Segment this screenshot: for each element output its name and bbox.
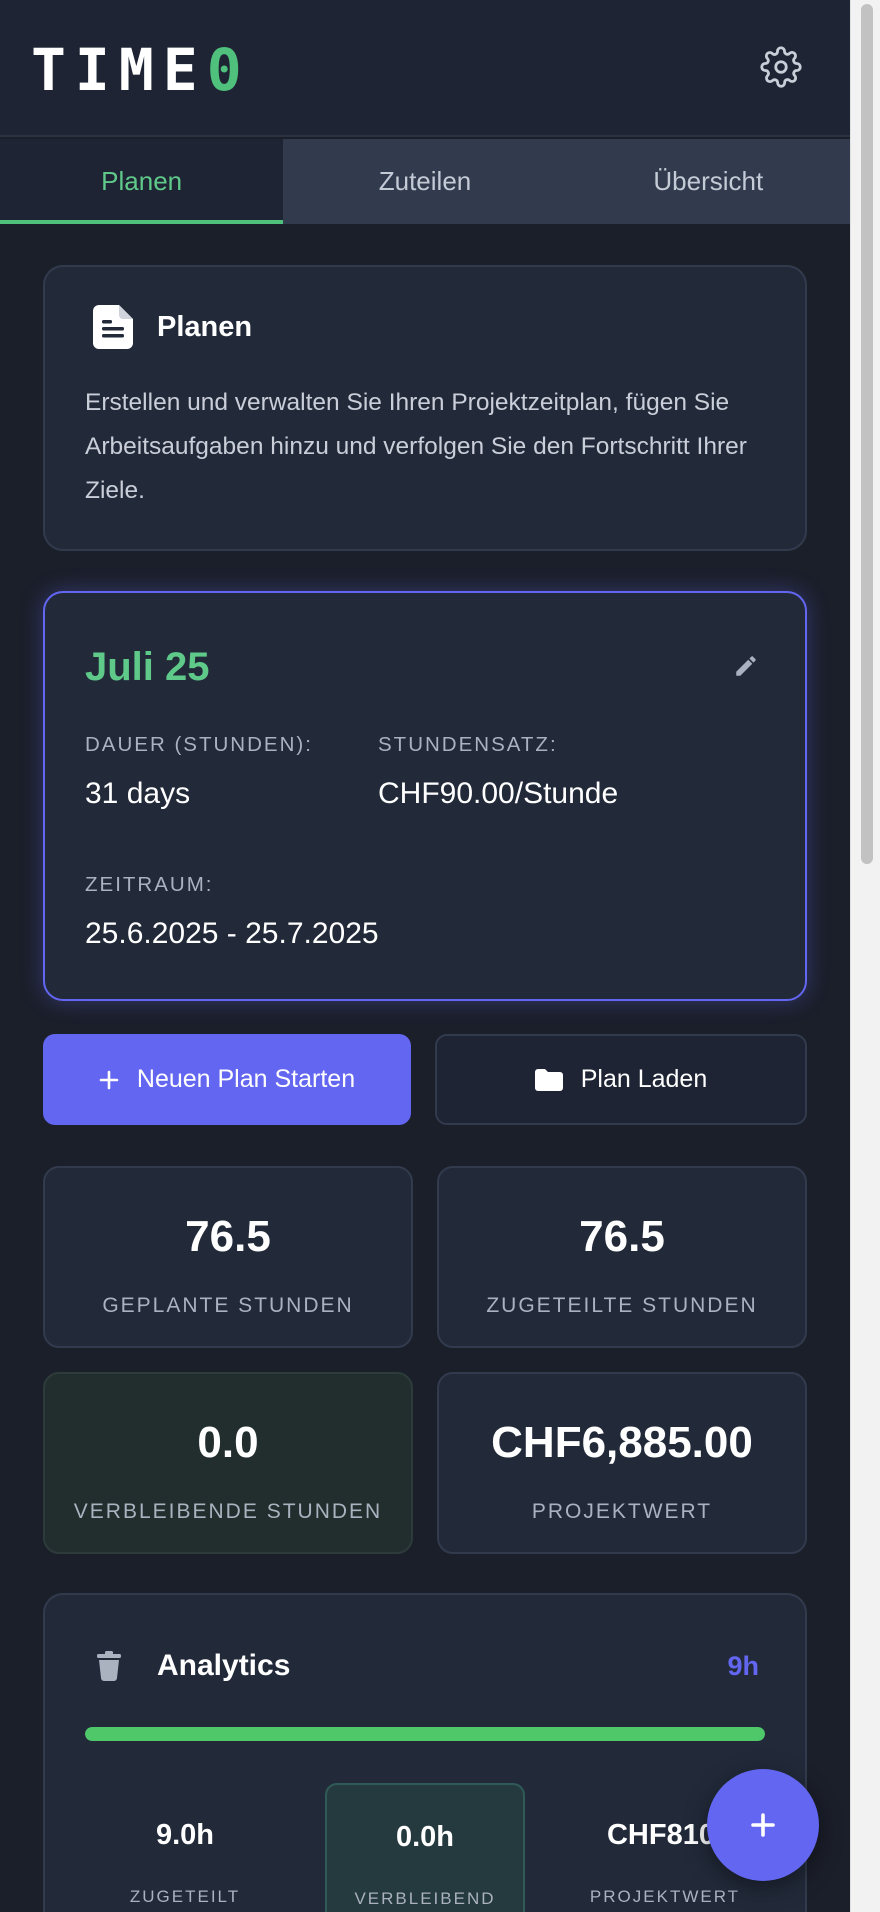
intro-title: Planen <box>157 311 253 343</box>
planned-hours-label: GEPLANTE STUNDEN <box>102 1294 354 1317</box>
rate-value: CHF90.00/Stunde <box>378 777 619 810</box>
intro-card: Planen Erstellen und verwalten Sie Ihren… <box>43 265 807 551</box>
analytics-hours: 9h <box>727 1651 759 1681</box>
intro-description: Erstellen und verwalten Sie Ihren Projek… <box>85 389 747 504</box>
tab-planen[interactable]: Planen <box>0 139 284 224</box>
analytics-allocated-value: 9.0h <box>155 1819 215 1851</box>
settings-gear-icon[interactable] <box>760 46 802 88</box>
analytics-progress-fill <box>85 1727 765 1741</box>
period-label: ZEITRAUM: <box>85 873 214 896</box>
logo-accent: 0 <box>206 36 251 104</box>
folder-icon <box>534 1068 563 1091</box>
allocated-hours-value: 76.5 <box>579 1212 665 1261</box>
analytics-allocated: 9.0h ZUGETEILT <box>85 1783 285 1912</box>
analytics-remaining-label: VERBLEIBEND <box>354 1889 496 1908</box>
trash-icon[interactable] <box>97 1651 121 1681</box>
plus-icon <box>99 1070 119 1090</box>
tab-zuteilen[interactable]: Zuteilen <box>283 139 566 224</box>
app-header: TIME0 <box>0 0 850 137</box>
current-plan-card: Juli 25 DAUER (STUNDEN): 31 days STUNDEN… <box>43 591 807 1001</box>
project-value-label: PROJEKTWERT <box>531 1500 713 1523</box>
logo-text: TIME <box>31 36 207 104</box>
project-value-amount: CHF6,885.00 <box>491 1418 753 1467</box>
analytics-project-value-label: PROJEKTWERT <box>589 1887 741 1906</box>
duration-label: DAUER (STUNDEN): <box>85 733 313 756</box>
tab-bar: Planen Zuteilen Übersicht <box>0 139 850 224</box>
edit-pencil-icon[interactable] <box>733 653 759 679</box>
new-plan-label: Neuen Plan Starten <box>136 1065 356 1093</box>
project-value-card: CHF6,885.00 PROJEKTWERT <box>437 1372 807 1554</box>
remaining-hours-card: 0.0 VERBLEIBENDE STUNDEN <box>43 1372 413 1554</box>
allocated-hours-label: ZUGETEILTE STUNDEN <box>486 1294 758 1317</box>
plus-icon <box>751 1813 775 1837</box>
load-plan-label: Plan Laden <box>580 1065 708 1093</box>
new-plan-button[interactable]: Neuen Plan Starten <box>43 1034 411 1125</box>
document-icon <box>93 305 133 349</box>
scrollbar[interactable] <box>850 0 880 1912</box>
analytics-allocated-label: ZUGETEILT <box>129 1887 241 1906</box>
remaining-hours-label: VERBLEIBENDE STUNDEN <box>73 1500 383 1523</box>
duration-value: 31 days <box>85 777 191 810</box>
planned-hours-card: 76.5 GEPLANTE STUNDEN <box>43 1166 413 1348</box>
period-value: 25.6.2025 - 25.7.2025 <box>85 917 379 950</box>
load-plan-button[interactable]: Plan Laden <box>435 1034 807 1125</box>
app-root: TIME0 Planen Zuteilen Übersicht Planen E… <box>0 0 850 1912</box>
remaining-hours-value: 0.0 <box>197 1418 259 1467</box>
plan-title: Juli 25 <box>85 645 210 689</box>
analytics-remaining-value: 0.0h <box>395 1821 455 1853</box>
rate-label: STUNDENSATZ: <box>378 733 558 756</box>
tab-uebersicht[interactable]: Übersicht <box>567 139 850 224</box>
analytics-task-card: Analytics 9h 9.0h ZUGETEILT 0.0h VERBLEI… <box>43 1593 807 1912</box>
analytics-title: Analytics <box>157 1649 291 1682</box>
planned-hours-value: 76.5 <box>185 1212 271 1261</box>
allocated-hours-card: 76.5 ZUGETEILTE STUNDEN <box>437 1166 807 1348</box>
add-task-fab-button[interactable] <box>707 1769 819 1881</box>
analytics-remaining: 0.0h VERBLEIBEND <box>325 1783 525 1912</box>
app-logo: TIME0 <box>31 37 251 103</box>
scrollbar-thumb[interactable] <box>861 4 873 864</box>
analytics-progress-bar <box>85 1727 765 1741</box>
